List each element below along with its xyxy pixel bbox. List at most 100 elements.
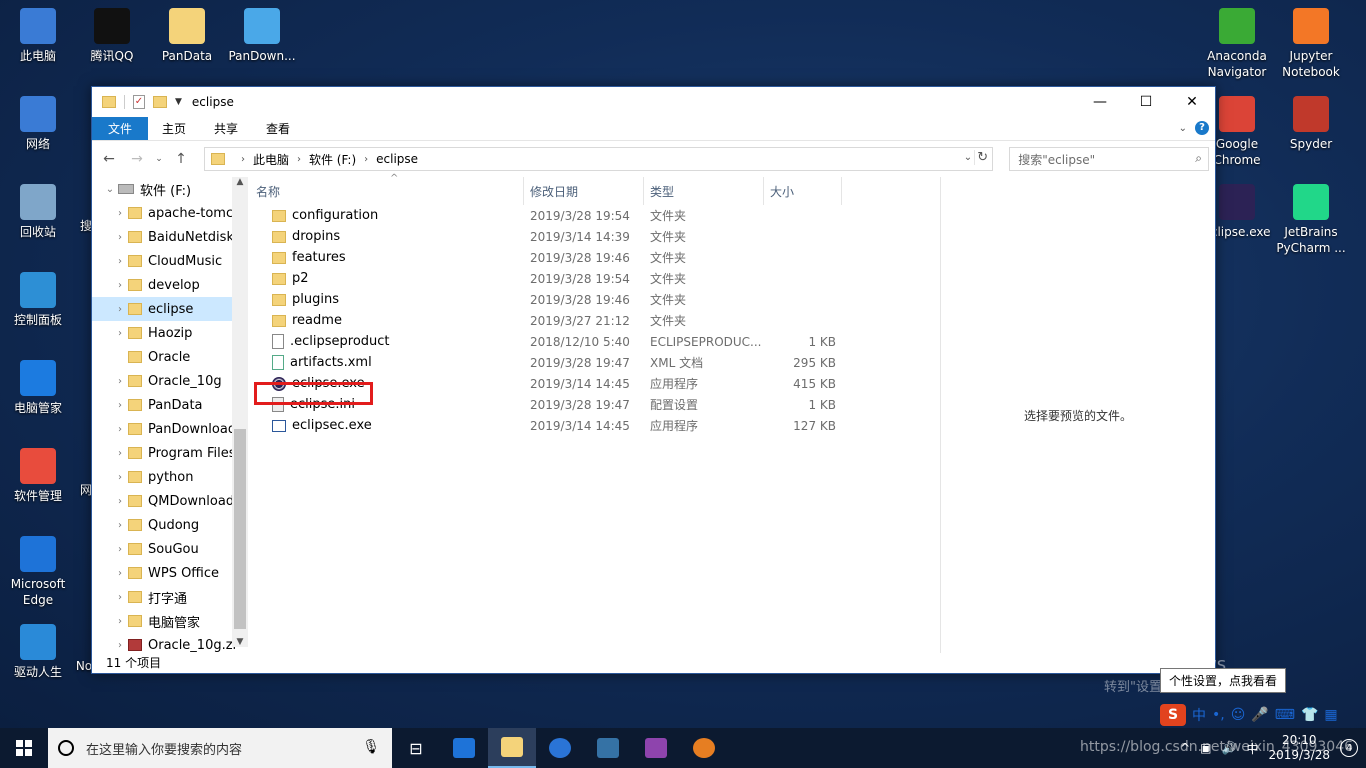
desktop-shortcut[interactable]: Jupyter Notebook bbox=[1273, 8, 1349, 80]
nav-item[interactable]: › QMDownload bbox=[92, 489, 248, 513]
nav-item[interactable]: › 电脑管家 bbox=[92, 609, 248, 633]
task-view-button[interactable]: ⊟ bbox=[392, 728, 440, 768]
properties-icon[interactable]: ✓ bbox=[133, 95, 145, 109]
scrollbar-thumb[interactable] bbox=[234, 429, 246, 629]
maximize-button[interactable]: ☐ bbox=[1123, 87, 1169, 117]
nav-item[interactable]: › Oracle_10g.zi bbox=[92, 633, 248, 653]
breadcrumb-eclipse[interactable]: eclipse bbox=[376, 152, 418, 166]
minimize-button[interactable]: — bbox=[1077, 87, 1123, 117]
desktop-shortcut[interactable]: PanData bbox=[149, 8, 225, 64]
skin-icon[interactable]: 👕 bbox=[1301, 707, 1318, 723]
nav-item[interactable]: › Qudong bbox=[92, 513, 248, 537]
nav-item[interactable]: › Oracle_10g bbox=[92, 369, 248, 393]
file-row[interactable]: plugins 2019/3/28 19:46 文件夹 bbox=[250, 289, 940, 310]
nav-item[interactable]: Oracle bbox=[92, 345, 248, 369]
desktop-shortcut[interactable]: 此电脑 bbox=[0, 8, 76, 64]
chevron-right-icon[interactable]: › bbox=[112, 304, 128, 315]
nav-item[interactable]: › WPS Office bbox=[92, 561, 248, 585]
taskbar-search-input[interactable]: 在这里输入你要搜索的内容 🎙 bbox=[48, 728, 392, 768]
chevron-right-icon[interactable]: › bbox=[112, 280, 128, 291]
nav-item[interactable]: › 打字通 bbox=[92, 585, 248, 609]
desktop-shortcut[interactable]: PanDown... bbox=[224, 8, 300, 64]
breadcrumb-this-pc[interactable]: 此电脑 bbox=[253, 151, 289, 168]
file-row[interactable]: eclipsec.exe 2019/3/14 14:45 应用程序 127 KB bbox=[250, 415, 940, 436]
chevron-right-icon[interactable]: › bbox=[112, 544, 128, 555]
desktop-shortcut[interactable]: 网络 bbox=[0, 96, 76, 152]
nav-item[interactable]: › python bbox=[92, 465, 248, 489]
chevron-right-icon[interactable]: › bbox=[364, 154, 368, 165]
chevron-right-icon[interactable]: › bbox=[112, 376, 128, 387]
scroll-down-icon[interactable]: ▼ bbox=[232, 637, 248, 647]
nav-item[interactable]: › BaiduNetdisk bbox=[92, 225, 248, 249]
chevron-right-icon[interactable]: › bbox=[112, 616, 128, 627]
toolbox-icon[interactable]: ▦ bbox=[1324, 707, 1337, 723]
chevron-right-icon[interactable]: › bbox=[112, 592, 128, 603]
nav-scrollbar[interactable]: ▲ ▼ bbox=[232, 177, 248, 647]
file-row[interactable]: p2 2019/3/28 19:54 文件夹 bbox=[250, 268, 940, 289]
tab-file[interactable]: 文件 bbox=[92, 117, 149, 140]
chevron-right-icon[interactable]: › bbox=[112, 496, 128, 507]
file-row[interactable]: readme 2019/3/27 21:12 文件夹 bbox=[250, 310, 940, 331]
nav-item[interactable]: › Haozip bbox=[92, 321, 248, 345]
file-row[interactable]: dropins 2019/3/14 14:39 文件夹 bbox=[250, 226, 940, 247]
desktop-shortcut[interactable]: 控制面板 bbox=[0, 272, 76, 328]
nav-item[interactable]: › Program Files bbox=[92, 441, 248, 465]
sogou-logo-icon[interactable]: S bbox=[1160, 704, 1186, 726]
chevron-right-icon[interactable]: › bbox=[112, 328, 128, 339]
desktop-shortcut[interactable]: 回收站 bbox=[0, 184, 76, 240]
chevron-right-icon[interactable]: › bbox=[112, 520, 128, 531]
file-row[interactable]: .eclipseproduct 2018/12/10 5:40 ECLIPSEPRO… bbox=[250, 331, 940, 352]
taskbar-sogou-icon[interactable] bbox=[536, 728, 584, 768]
column-name[interactable]: 名称 bbox=[250, 177, 524, 205]
start-button[interactable] bbox=[0, 728, 48, 768]
nav-drive[interactable]: ⌄ 软件 (F:) bbox=[92, 177, 248, 201]
file-row[interactable]: features 2019/3/28 19:46 文件夹 bbox=[250, 247, 940, 268]
chevron-right-icon[interactable]: › bbox=[112, 208, 128, 219]
close-button[interactable]: ✕ bbox=[1169, 87, 1215, 117]
desktop-shortcut[interactable]: Anaconda Navigator bbox=[1199, 8, 1275, 80]
tab-view[interactable]: 查看 bbox=[252, 117, 304, 140]
column-date[interactable]: 修改日期 bbox=[524, 177, 644, 205]
tab-share[interactable]: 共享 bbox=[200, 117, 252, 140]
help-icon[interactable]: ? bbox=[1195, 121, 1209, 135]
desktop-shortcut[interactable]: 电脑管家 bbox=[0, 360, 76, 416]
tab-home[interactable]: 主页 bbox=[148, 117, 200, 140]
nav-item[interactable]: › SouGou bbox=[92, 537, 248, 561]
nav-item[interactable]: › CloudMusic bbox=[92, 249, 248, 273]
voice-icon[interactable]: 🎤 bbox=[1251, 707, 1268, 723]
column-size[interactable]: 大小 bbox=[764, 177, 842, 205]
desktop-shortcut[interactable]: Microsoft Edge bbox=[0, 536, 76, 608]
chevron-right-icon[interactable]: › bbox=[112, 424, 128, 435]
nav-item[interactable]: › develop bbox=[92, 273, 248, 297]
taskbar-paint-icon[interactable] bbox=[680, 728, 728, 768]
title-bar[interactable]: ✓ ▼ eclipse — ☐ ✕ bbox=[92, 87, 1215, 117]
chevron-right-icon[interactable]: › bbox=[112, 640, 128, 651]
desktop-shortcut[interactable]: 驱动人生 bbox=[0, 624, 76, 680]
chevron-right-icon[interactable]: › bbox=[297, 154, 301, 165]
refresh-icon[interactable]: ↻ bbox=[974, 150, 990, 165]
file-row[interactable]: configuration 2019/3/28 19:54 文件夹 bbox=[250, 205, 940, 226]
column-type[interactable]: 类型 bbox=[644, 177, 764, 205]
taskbar-game-icon[interactable] bbox=[632, 728, 680, 768]
new-folder-icon[interactable] bbox=[153, 96, 167, 108]
chevron-right-icon[interactable]: › bbox=[112, 472, 128, 483]
scroll-up-icon[interactable]: ▲ bbox=[232, 177, 248, 187]
back-button[interactable]: ← bbox=[98, 151, 120, 167]
chevron-right-icon[interactable]: › bbox=[241, 154, 245, 165]
punctuation-icon[interactable]: •, bbox=[1212, 707, 1225, 723]
customize-dropdown-icon[interactable]: ▼ bbox=[175, 97, 182, 107]
taskbar-python-icon[interactable] bbox=[584, 728, 632, 768]
nav-item[interactable]: › PanData bbox=[92, 393, 248, 417]
microphone-icon[interactable]: 🎙 bbox=[362, 739, 380, 755]
desktop-shortcut[interactable]: 软件管理 bbox=[0, 448, 76, 504]
desktop-shortcut[interactable]: Spyder bbox=[1273, 96, 1349, 152]
chevron-right-icon[interactable]: › bbox=[112, 448, 128, 459]
chevron-right-icon[interactable]: › bbox=[112, 232, 128, 243]
desktop-shortcut[interactable]: JetBrains PyCharm ... bbox=[1273, 184, 1349, 256]
keyboard-icon[interactable]: ⌨ bbox=[1275, 707, 1295, 723]
chevron-right-icon[interactable]: › bbox=[112, 400, 128, 411]
breadcrumb-drive[interactable]: 软件 (F:) bbox=[309, 151, 356, 168]
file-row[interactable]: artifacts.xml 2019/3/28 19:47 XML 文档 295 KB bbox=[250, 352, 940, 373]
address-bar[interactable]: › 此电脑 › 软件 (F:) › eclipse ⌄ ↻ bbox=[203, 147, 994, 171]
emoji-icon[interactable]: ☺ bbox=[1231, 707, 1246, 723]
